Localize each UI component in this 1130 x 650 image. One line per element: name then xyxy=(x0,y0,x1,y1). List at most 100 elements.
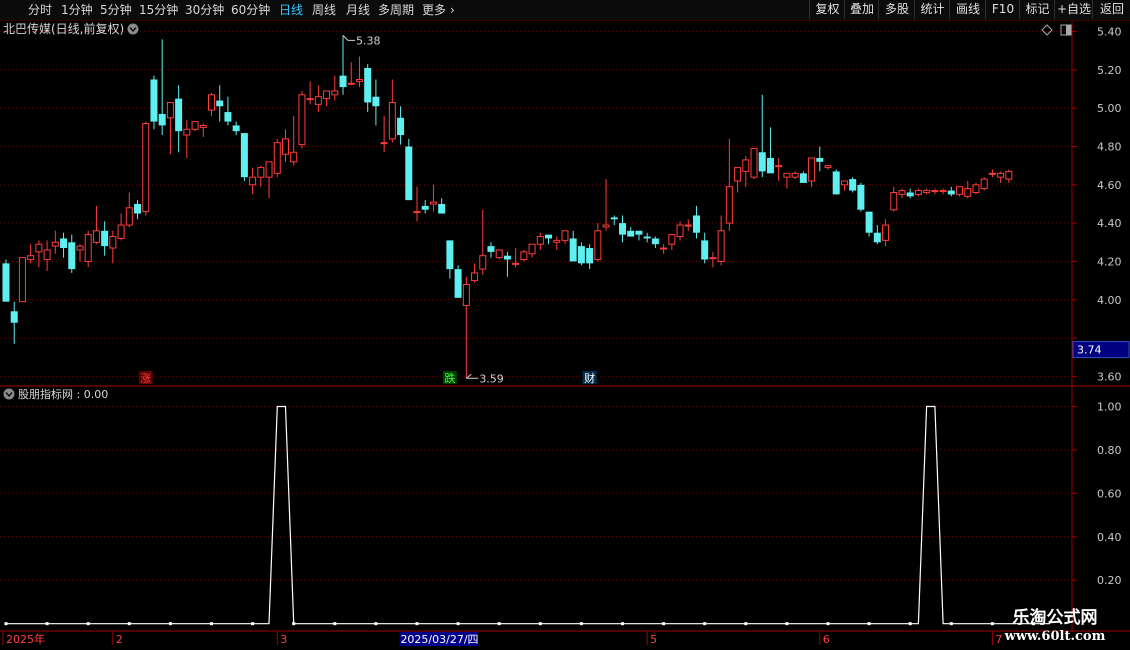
candle-body-down xyxy=(10,311,18,323)
candle-body-up xyxy=(18,257,26,303)
time-axis-label: 6 xyxy=(823,633,830,646)
candle-body-down xyxy=(60,238,68,249)
candle-body-down xyxy=(692,215,700,233)
indicator-line xyxy=(6,405,1050,625)
candle-body-up xyxy=(890,191,898,211)
candle-body-down xyxy=(849,179,857,191)
candle-body-up xyxy=(939,190,947,193)
chevron-circle xyxy=(127,23,139,35)
candle-body-down xyxy=(503,255,511,260)
watermark-title: 乐淘公式网 xyxy=(1012,608,1098,628)
main-tick-label: 5.40 xyxy=(1097,26,1122,39)
candle-body-up xyxy=(429,201,437,205)
indicator-dot xyxy=(826,622,830,626)
candle-body-up xyxy=(273,142,281,174)
candle-body-down xyxy=(158,113,166,126)
candle-body-up xyxy=(183,128,191,136)
watermark-url: www.60lt.com xyxy=(1004,629,1106,644)
candle-body-up xyxy=(512,262,520,265)
candle-body-up xyxy=(553,239,561,243)
time-axis-label: 2025年 xyxy=(6,632,45,646)
event-marker-label: 跌 xyxy=(444,371,455,385)
candle-body-up xyxy=(931,190,939,193)
candle-body-up xyxy=(676,224,684,238)
candle-body-up xyxy=(413,211,421,214)
candle-body-up xyxy=(882,224,890,241)
main-tick-label: 4.00 xyxy=(1097,294,1122,307)
candle-body-up xyxy=(208,94,215,111)
candle-body-up xyxy=(956,186,964,195)
candle-body-down xyxy=(446,240,454,270)
chevron-down-icon xyxy=(127,23,139,35)
indicator-tick-label: 0.80 xyxy=(1097,444,1122,457)
candle-body-up xyxy=(997,172,1005,178)
indicator-dot xyxy=(168,622,172,626)
event-marker-label: 财 xyxy=(584,371,595,385)
indicator-dot xyxy=(86,622,90,626)
candle-body-down xyxy=(610,217,618,220)
candle-body-down xyxy=(175,98,183,132)
candle-body-up xyxy=(290,151,298,163)
candle-body-up xyxy=(92,230,100,243)
candle-body-up xyxy=(536,236,544,245)
candle-body-up xyxy=(380,142,388,145)
candle-body-up xyxy=(709,257,717,260)
time-axis-label: 3 xyxy=(280,633,287,646)
candle-body-up xyxy=(923,190,931,193)
candle-body-down xyxy=(421,205,429,210)
candle-body-down xyxy=(134,203,142,214)
candle-body-up xyxy=(561,230,569,241)
candle-body-up xyxy=(331,90,339,96)
candle-body-down xyxy=(873,232,881,243)
cursor-date-label: 2025/03/27/四 xyxy=(400,633,478,646)
candle-body-up xyxy=(142,123,150,213)
candle-body-up xyxy=(791,172,799,178)
candle-body-up xyxy=(76,245,84,251)
candle-body-up xyxy=(84,234,92,262)
candle-body-down xyxy=(68,242,76,270)
candle-body-up xyxy=(684,224,692,227)
candle-body-up xyxy=(314,96,322,105)
indicator-dot xyxy=(45,622,49,626)
candle-body-up xyxy=(742,159,750,172)
candle-body-up xyxy=(972,184,980,193)
indicator-dot xyxy=(579,622,583,626)
indicator-dot xyxy=(538,622,542,626)
candle-body-down xyxy=(405,146,413,201)
candle-body-up xyxy=(495,249,503,259)
candle-body-up xyxy=(528,243,536,255)
indicator-dot xyxy=(744,622,748,626)
candle-body-down xyxy=(758,152,766,172)
candle-body-down xyxy=(2,263,10,302)
candle-body-down xyxy=(101,230,109,247)
site-watermark: 乐淘公式网 www.60lt.com xyxy=(980,608,1130,650)
candle-body-up xyxy=(717,230,725,262)
candle-body-down xyxy=(857,184,865,210)
candle-body-down xyxy=(454,269,462,298)
indicator-tick-label: 0.20 xyxy=(1097,574,1122,587)
indicator-tick-label: 1.00 xyxy=(1097,401,1122,414)
candle-body-up xyxy=(824,165,832,169)
time-axis-label: 2 xyxy=(116,633,123,646)
max-price-label: 5.38 xyxy=(356,34,381,47)
candle-body-up xyxy=(520,251,528,261)
candle-body-up xyxy=(265,161,273,178)
indicator-title: 股朋指标网 : 0.00 xyxy=(18,387,108,401)
candle-body-down xyxy=(766,158,774,174)
candle-body-up xyxy=(199,124,207,128)
candle-body-up xyxy=(725,186,733,224)
candle-body-down xyxy=(832,171,840,195)
indicator-chevron-icon xyxy=(3,388,15,400)
candle-body-up xyxy=(660,247,668,250)
main-tick-label: 3.60 xyxy=(1097,370,1122,383)
candle-body-up xyxy=(750,147,758,178)
candle-body-up xyxy=(347,82,355,85)
candle-body-down xyxy=(438,203,446,214)
candle-body-down xyxy=(150,79,158,122)
candle-body-down xyxy=(232,125,240,132)
candle-body-down xyxy=(240,133,248,178)
candle-body-up xyxy=(594,230,602,261)
candle-body-down xyxy=(701,240,709,260)
candle-body-up xyxy=(43,249,51,261)
candle-body-up xyxy=(668,234,676,245)
